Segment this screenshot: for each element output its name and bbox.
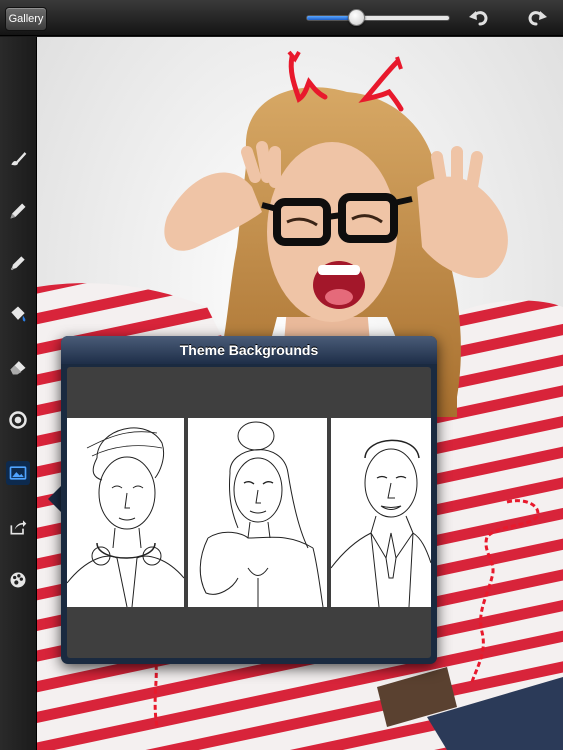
man-line-drawing: [331, 439, 431, 607]
popover-arrow: [48, 485, 62, 513]
undo-icon[interactable]: [468, 8, 490, 28]
theme-thumbnail-woman[interactable]: [188, 418, 327, 607]
color-wheel-icon[interactable]: [6, 408, 30, 432]
top-toolbar: Gallery: [0, 0, 563, 36]
image-background-icon[interactable]: [6, 461, 30, 485]
tool-sidebar: [0, 37, 37, 750]
theme-thumbnail-boy[interactable]: [67, 418, 184, 607]
woman-line-drawing: [199, 421, 324, 607]
brush-size-slider[interactable]: [306, 15, 450, 21]
paint-bucket-icon[interactable]: [6, 302, 30, 326]
popover-title: Theme Backgrounds: [179, 342, 319, 358]
theme-backgrounds-popover: Theme Backgrounds: [61, 336, 437, 664]
gallery-button[interactable]: Gallery: [5, 7, 47, 31]
redo-icon[interactable]: [526, 8, 548, 28]
slider-thumb[interactable]: [348, 9, 366, 26]
brush-icon[interactable]: [6, 146, 30, 170]
boy-line-drawing: [67, 427, 184, 607]
share-icon[interactable]: [6, 515, 30, 539]
popover-header: Theme Backgrounds: [61, 336, 437, 364]
pen-icon[interactable]: [6, 251, 30, 275]
theme-thumbnail-man[interactable]: [331, 418, 431, 607]
pencil-icon[interactable]: [6, 199, 30, 223]
eraser-icon[interactable]: [6, 355, 30, 379]
popover-body: [67, 367, 431, 658]
palette-icon[interactable]: [6, 568, 30, 592]
